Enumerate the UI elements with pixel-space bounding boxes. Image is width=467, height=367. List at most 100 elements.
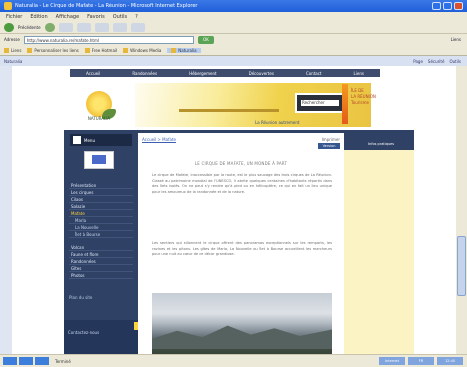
command-tools[interactable]: Outils (449, 59, 461, 64)
address-bar: Adresse http://www.naturalia.re/mafate.h… (0, 34, 467, 45)
mountain-photo (152, 293, 332, 354)
article-paragraph: Le cirque de Mafate, inaccessible par la… (152, 173, 332, 194)
main-content: Accueil > Mafate Imprimer Version imprim… (138, 130, 344, 354)
nav-link[interactable]: Découvertes (249, 71, 274, 76)
page-title: LE CIRQUE DE MAFATE, UN MONDE À PART (194, 161, 288, 166)
link-item[interactable]: Windows Media (123, 47, 161, 53)
site-logo[interactable]: NATURALIA (70, 80, 128, 128)
menu-icon (73, 136, 81, 144)
search-box: Rechercher (295, 93, 347, 113)
taskbar-icons (0, 357, 49, 365)
status-bar: Terminé Internet FR 12:40 (0, 354, 467, 367)
partner-logo-text: ÎLE DE LA RÉUNION Tourisme (351, 88, 376, 105)
menu-edit[interactable]: Edition (30, 14, 47, 20)
link-icon (171, 47, 177, 53)
browser-icon (4, 2, 12, 10)
menu-bar: Fichier Edition Affichage Favoris Outils… (0, 12, 467, 21)
taskbar-button[interactable] (19, 357, 33, 365)
link-item-active[interactable]: Naturalia (167, 47, 201, 53)
window-title: Naturalia - Le Cirque de Mafate - La Réu… (15, 3, 198, 9)
back-button[interactable] (4, 22, 14, 32)
command-page[interactable]: Page (413, 59, 423, 64)
link-item[interactable]: Liens (4, 47, 21, 53)
taskbar-button[interactable] (35, 357, 49, 365)
sidebar-item[interactable]: Salazie (69, 203, 133, 210)
status-text: Terminé (55, 358, 71, 364)
maximize-button[interactable] (443, 2, 452, 10)
search-button[interactable] (112, 22, 127, 32)
title-bar: Naturalia - Le Cirque de Mafate - La Réu… (0, 0, 467, 12)
sidebar-item[interactable]: Gîtes (69, 265, 133, 272)
link-icon (123, 47, 129, 53)
menu-file[interactable]: Fichier (6, 14, 22, 20)
scrollbar-thumb[interactable] (457, 236, 466, 296)
sidebar-item[interactable]: Les cirques (69, 189, 133, 196)
sidebar-badge[interactable] (84, 151, 114, 169)
sidebar-item[interactable]: Faune et flore (69, 251, 133, 258)
address-label: Adresse (4, 37, 20, 42)
article-paragraph: Les sentiers qui sillonnent le cirque of… (152, 241, 332, 257)
nav-link[interactable]: Liens (354, 71, 364, 76)
go-button[interactable]: OK (197, 35, 214, 44)
nav-link[interactable]: Contact (306, 71, 322, 76)
sidebar-item[interactable]: Présentation (69, 182, 133, 189)
stop-button[interactable] (58, 22, 73, 32)
home-button[interactable] (94, 22, 109, 32)
logo-text: NATURALIA (87, 116, 111, 121)
sidebar-item[interactable]: Mafate (69, 210, 133, 217)
zone-indicator: Internet (379, 357, 405, 365)
search-input[interactable]: Rechercher (301, 100, 339, 106)
menu-favorites[interactable]: Favoris (87, 14, 105, 20)
links-label[interactable]: Liens (451, 37, 467, 42)
system-tray: Internet FR 12:40 (379, 357, 467, 365)
breadcrumb[interactable]: Accueil > Mafate (142, 137, 176, 142)
language-indicator[interactable]: FR (408, 357, 434, 365)
tab-current[interactable]: Naturalia (4, 59, 22, 64)
partner-logo-bar (342, 84, 348, 124)
printable-version-button[interactable]: Version imprimable (318, 143, 340, 154)
sidebar-subitem[interactable]: La Nouvelle (69, 224, 133, 231)
nav-link[interactable]: Hébergement (189, 71, 217, 76)
close-button[interactable] (454, 2, 463, 10)
sidebar-bottom: Contactez-nous (64, 320, 138, 354)
taskbar-button[interactable] (3, 357, 17, 365)
refresh-button[interactable] (76, 22, 91, 32)
nav-link[interactable]: Randonnées (132, 71, 157, 76)
link-item[interactable]: Free Hotmail (84, 47, 117, 53)
sitemap-link[interactable]: Plan du site (69, 295, 133, 300)
forward-button[interactable] (44, 22, 55, 32)
nav-link[interactable]: Accueil (86, 71, 100, 76)
link-icon (27, 47, 33, 53)
link-icon (4, 47, 9, 53)
menu-view[interactable]: Affichage (56, 14, 80, 20)
sidebar-item[interactable]: Photos (69, 272, 133, 279)
vertical-scrollbar[interactable] (456, 66, 467, 354)
partner-logo[interactable]: ÎLE DE LA RÉUNION Tourisme www.reunion.f… (342, 80, 402, 134)
clock: 12:40 (437, 357, 463, 365)
menu-help[interactable]: ? (135, 14, 138, 20)
sidebar-subitem[interactable]: Marla (69, 217, 133, 224)
site-top-nav: Accueil Randonnées Hébergement Découvert… (70, 69, 380, 77)
command-bar: Naturalia Page Sécurité Outils (0, 56, 467, 66)
address-input[interactable]: http://www.naturalia.re/mafate.html (23, 35, 194, 44)
sidebar-subitem[interactable]: Îlet à Bourse (69, 231, 133, 238)
link-item[interactable]: Personnaliser les liens (27, 47, 79, 53)
toolbar: Précédente (0, 21, 467, 34)
sidebar-menu: Présentation Les cirques Cilaos Salazie Mafa… (69, 182, 133, 279)
sidebar-item[interactable]: Randonnées (69, 258, 133, 265)
print-link[interactable]: Imprimer (322, 137, 340, 142)
menu-tools[interactable]: Outils (113, 14, 127, 20)
sidebar-item[interactable]: Cilaos (69, 196, 133, 203)
sidebar-item[interactable]: Volcan (69, 244, 133, 251)
sidebar-header: Menu (70, 134, 132, 146)
contact-link[interactable]: Contactez-nous (68, 330, 99, 335)
favorites-button[interactable] (130, 22, 145, 32)
minimize-button[interactable] (432, 2, 441, 10)
left-sidebar: Menu Présentation Les cirques Cilaos Salazi… (64, 130, 138, 354)
command-security[interactable]: Sécurité (428, 59, 445, 64)
banner-decoration (179, 109, 279, 112)
links-bar: Liens Personnaliser les liens Free Hotma… (0, 45, 467, 56)
link-icon (84, 47, 90, 53)
header-banner: Rechercher La Réunion autrement (135, 83, 371, 127)
right-sidebar-header: Infos pratiques (344, 130, 414, 150)
